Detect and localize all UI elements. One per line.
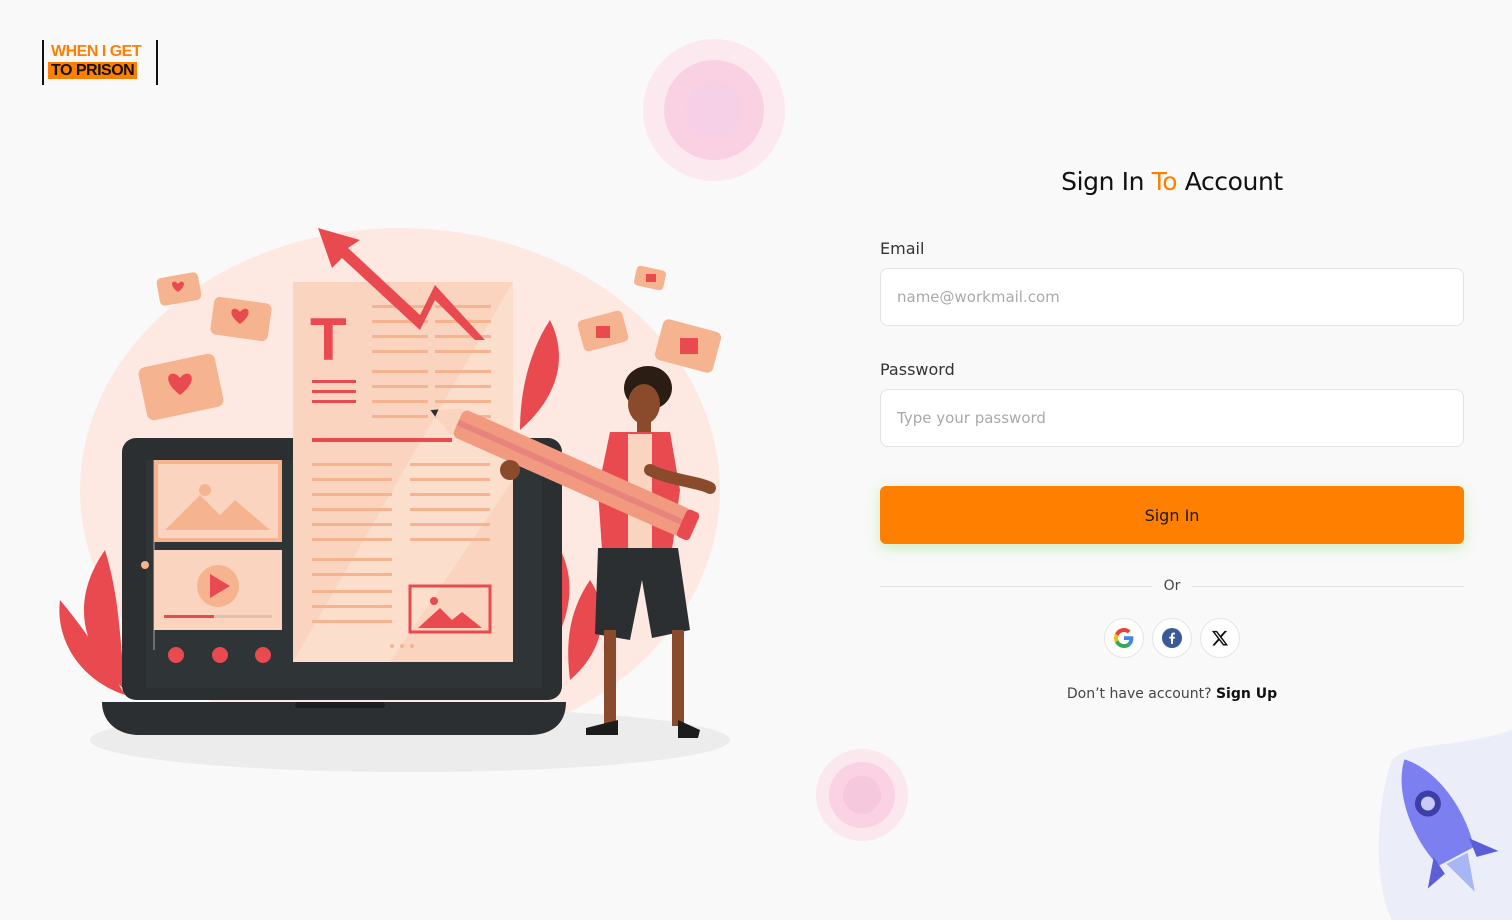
page-title: Sign In To Account xyxy=(880,160,1464,204)
rocket-icon xyxy=(1378,730,1512,920)
divider-line-right xyxy=(1192,585,1464,587)
decorative-circle-bottom xyxy=(816,749,908,841)
brand-logo[interactable]: WHEN I GET TO PRISON xyxy=(42,40,158,85)
decorative-circle-top xyxy=(643,39,785,181)
marketing-illustration: T xyxy=(59,228,730,772)
signup-prompt: Don’t have account? xyxy=(1066,686,1212,702)
signup-row: Don’t have account? Sign Up xyxy=(880,686,1464,702)
google-icon xyxy=(1114,628,1134,648)
title-accent: To xyxy=(1151,167,1178,196)
x-icon xyxy=(1211,630,1229,646)
divider-line-left xyxy=(880,585,1152,587)
social-login-row xyxy=(880,618,1464,658)
signup-link[interactable]: Sign Up xyxy=(1216,686,1277,702)
title-part1: Sign In xyxy=(1061,167,1145,196)
title-part2: Account xyxy=(1184,167,1284,196)
brand-logo-line1: WHEN I GET xyxy=(51,43,142,60)
facebook-icon xyxy=(1162,628,1182,648)
password-label: Password xyxy=(880,360,955,379)
signin-form: Sign In To Account Email Password Sign I… xyxy=(880,160,1464,702)
brand-logo-line2: TO PRISON xyxy=(48,62,138,79)
svg-text:T: T xyxy=(310,306,347,373)
x-login-button[interactable] xyxy=(1200,618,1240,658)
email-label: Email xyxy=(880,239,925,258)
facebook-login-button[interactable] xyxy=(1152,618,1192,658)
login-page: WHEN I GET TO PRISON T Sign In To Accoun… xyxy=(0,0,1512,920)
password-field[interactable] xyxy=(880,389,1464,447)
or-divider: Or xyxy=(880,576,1464,596)
email-field[interactable] xyxy=(880,268,1464,326)
google-login-button[interactable] xyxy=(1104,618,1144,658)
divider-text: Or xyxy=(1163,578,1181,594)
signin-button[interactable]: Sign In xyxy=(880,486,1464,544)
